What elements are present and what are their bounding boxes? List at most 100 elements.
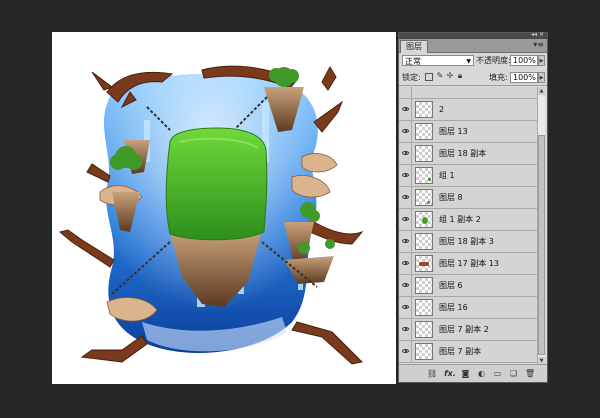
floating-island-artwork xyxy=(58,65,364,365)
eye-icon xyxy=(402,283,409,287)
layer-mask-icon[interactable]: ◙ xyxy=(461,369,470,378)
blend-mode-select[interactable]: 正常 ▼ xyxy=(402,55,474,66)
layer-row[interactable]: 图层 17 副本 13 xyxy=(399,253,538,275)
visibility-toggle[interactable] xyxy=(400,231,412,252)
layer-row[interactable]: 组 1 xyxy=(399,165,538,187)
layer-thumbnail xyxy=(415,343,433,360)
layer-list-scrollbar[interactable]: ▲ ▼ xyxy=(537,87,545,365)
layer-name: 2 xyxy=(439,105,445,114)
scroll-up-icon[interactable]: ▲ xyxy=(538,87,545,95)
blend-opacity-row: 正常 ▼ 不透明度: 100% ▶ xyxy=(399,53,547,69)
layer-name: 图层 17 副本 13 xyxy=(439,259,499,268)
lock-label: 锁定: xyxy=(402,73,421,82)
thumbnail-content xyxy=(419,262,429,266)
chevron-down-icon: ▼ xyxy=(466,58,471,65)
eye-icon xyxy=(402,305,409,309)
layer-row[interactable]: 图层 13 xyxy=(399,121,538,143)
eye-icon xyxy=(402,217,409,221)
layer-thumbnail xyxy=(415,145,433,162)
visibility-toggle[interactable] xyxy=(400,319,412,340)
layer-name: 图层 7 副本 2 xyxy=(439,325,489,334)
opacity-dropdown-button[interactable]: ▶ xyxy=(538,55,545,66)
opacity-field[interactable]: 100% xyxy=(510,55,538,66)
layer-name: 组 1 副本 2 xyxy=(439,215,481,224)
visibility-toggle[interactable] xyxy=(400,99,412,120)
lock-pixels-icon[interactable]: ✎ xyxy=(436,72,444,80)
visibility-toggle[interactable] xyxy=(400,121,412,142)
visibility-toggle[interactable] xyxy=(400,275,412,296)
adjustment-layer-icon[interactable]: ◐ xyxy=(477,369,486,378)
layers-panel: ◂◂ ✕ 图层 ▾≡ 正常 ▼ 不透明度: 100% ▶ 锁定: ✎ ✢ 🔒︎ … xyxy=(398,32,548,383)
layer-thumbnail xyxy=(415,255,433,272)
layer-name: 图层 6 xyxy=(439,281,463,290)
double-arrow-icon[interactable]: ◂◂ ✕ xyxy=(531,32,544,38)
layer-row[interactable]: 图层 6 xyxy=(399,275,538,297)
lock-position-icon[interactable]: ✢ xyxy=(446,72,454,80)
layer-thumbnail xyxy=(415,101,433,118)
scrollbar-thumb[interactable] xyxy=(538,135,545,355)
eye-icon xyxy=(402,151,409,155)
visibility-toggle[interactable] xyxy=(400,209,412,230)
new-group-icon[interactable]: ▭ xyxy=(493,369,502,378)
lock-all-icon[interactable]: 🔒︎ xyxy=(456,72,464,80)
layer-thumbnail xyxy=(415,321,433,338)
layer-thumbnail xyxy=(415,233,433,250)
layer-name: 图层 13 xyxy=(439,127,468,136)
visibility-toggle[interactable] xyxy=(400,165,412,186)
layer-row-partial[interactable] xyxy=(399,87,538,99)
eye-icon xyxy=(402,327,409,331)
visibility-toggle[interactable] xyxy=(400,187,412,208)
layer-thumbnail xyxy=(415,123,433,140)
visibility-toggle[interactable] xyxy=(400,297,412,318)
eye-icon xyxy=(402,107,409,111)
new-layer-icon[interactable]: ❏ xyxy=(509,369,518,378)
layer-name: 图层 18 副本 xyxy=(439,149,487,158)
visibility-toggle[interactable] xyxy=(400,87,412,98)
layer-row[interactable]: 图层 18 副本 3 xyxy=(399,231,538,253)
layer-thumbnail xyxy=(415,211,433,228)
layer-row[interactable]: 图层 7 副本 2 xyxy=(399,319,538,341)
lock-transparency-icon[interactable] xyxy=(425,73,433,81)
layer-row[interactable]: 组 1 副本 2 xyxy=(399,209,538,231)
link-layers-icon[interactable]: ⛓ xyxy=(427,369,437,378)
eye-icon xyxy=(402,239,409,243)
panel-menu-icon[interactable]: ▾≡ xyxy=(533,41,544,49)
eye-icon xyxy=(402,349,409,353)
fill-dropdown-button[interactable]: ▶ xyxy=(538,72,545,83)
layer-row[interactable]: 2 xyxy=(399,99,538,121)
layer-thumbnail xyxy=(415,277,433,294)
layer-name: 图层 16 xyxy=(439,303,468,312)
thumbnail-content xyxy=(427,201,430,204)
layer-name: 图层 8 xyxy=(439,193,463,202)
layer-name: 组 1 xyxy=(439,171,455,180)
layer-row[interactable]: 图层 18 副本 xyxy=(399,143,538,165)
fill-label: 填充: xyxy=(489,73,508,82)
fill-field[interactable]: 100% xyxy=(510,72,538,83)
thumbnail-content xyxy=(428,178,431,181)
visibility-toggle[interactable] xyxy=(400,341,412,362)
blend-mode-value: 正常 xyxy=(405,57,421,66)
panel-tab-bar: 图层 ▾≡ xyxy=(399,39,547,53)
tab-layers[interactable]: 图层 xyxy=(400,40,428,53)
lock-fill-row: 锁定: ✎ ✢ 🔒︎ 填充: 100% ▶ xyxy=(399,69,547,86)
visibility-toggle[interactable] xyxy=(400,253,412,274)
opacity-label: 不透明度: xyxy=(476,56,511,65)
fx-icon[interactable]: fx. xyxy=(443,369,457,378)
eye-icon xyxy=(402,173,409,177)
layer-row[interactable]: 图层 7 副本 xyxy=(399,341,538,363)
thumbnail-content xyxy=(422,217,428,224)
eye-icon xyxy=(402,129,409,133)
layer-list: 2 图层 13 图层 18 副本 组 1 图层 8 组 1 副本 2 图层 18… xyxy=(399,87,538,365)
layer-row[interactable]: 图层 8 xyxy=(399,187,538,209)
trash-icon[interactable]: 🗑︎ xyxy=(525,369,535,378)
layer-thumbnail xyxy=(415,299,433,316)
document-canvas[interactable] xyxy=(52,32,396,384)
layer-thumbnail xyxy=(415,167,433,184)
layer-name: 图层 7 副本 xyxy=(439,347,482,356)
eye-icon xyxy=(402,261,409,265)
layer-name: 图层 18 副本 3 xyxy=(439,237,494,246)
visibility-toggle[interactable] xyxy=(400,143,412,164)
layer-row[interactable]: 图层 16 xyxy=(399,297,538,319)
layers-panel-footer: ⛓ fx. ◙ ◐ ▭ ❏ 🗑︎ xyxy=(399,364,547,382)
eye-icon xyxy=(402,195,409,199)
